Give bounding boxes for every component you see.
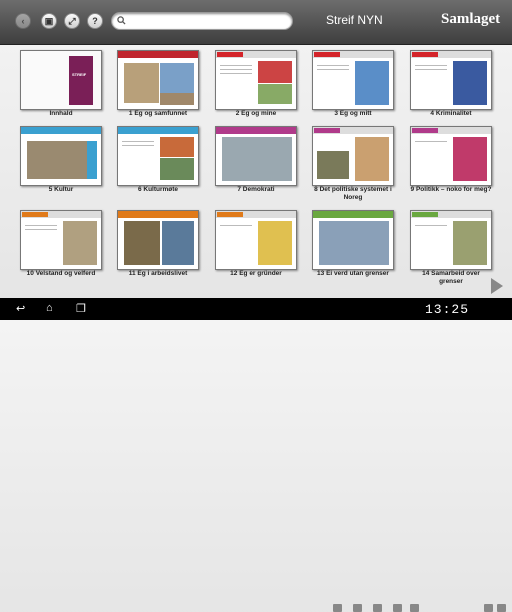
next-page-arrow-icon[interactable] [491,278,503,294]
chapter-label: 11 Eg i arbeidslivet [128,270,188,277]
chapter-thumbnail [312,210,394,270]
notification-icon [393,604,402,612]
chapter-thumbnail [410,50,492,110]
chapter-thumbnail [215,210,297,270]
chapter-label: 8 Det politiske systemet i Noreg [314,186,392,201]
chapter-label: 9 Politikk – noko for meg? [410,186,492,193]
chapter-thumbnail [117,210,199,270]
book-cover: STREIF [69,56,93,105]
chapter-thumbnail: STREIF [20,50,102,110]
help-icon[interactable]: ? [87,13,103,29]
chapter-label: 14 Samarbeid over grenser [422,270,480,285]
chapter-label: 7 Demokrati [237,186,275,193]
chapter-label: 6 Kulturmøte [137,186,179,193]
chapter-label: 10 Velstand og velferd [26,270,96,277]
page-title: Streif NYN [326,13,383,27]
chapter-label: 4 Kriminalitet [430,110,472,117]
back-icon[interactable]: ‹ [15,13,31,29]
wifi-icon [484,604,493,612]
notification-icon [373,604,382,612]
notification-icon [353,604,362,612]
search-input[interactable] [130,14,285,27]
publisher-logo: Samlaget [441,11,501,27]
expand-icon[interactable]: ⤢ [64,13,80,29]
back-nav-icon[interactable]: ↩ [16,302,25,315]
search-icon [117,16,126,25]
chapter-thumbnail [117,50,199,110]
chapter-label: 3 Eg og mitt [334,110,372,117]
chapter-label: 2 Eg og mine [235,110,277,117]
notification-icon [410,604,419,612]
chapter-label: Innhald [49,110,73,117]
recent-apps-icon[interactable]: ❐ [76,302,86,315]
chapter-thumbnail [312,126,394,186]
bookmark-icon[interactable]: ▣ [41,13,57,29]
chapter-thumbnail [312,50,394,110]
chapter-thumbnail [20,126,102,186]
chapter-thumbnail [20,210,102,270]
chapter-thumbnail [410,126,492,186]
status-clock: 13:25 [425,302,470,317]
chapter-label: 13 Ei verd utan grenser [317,270,389,277]
battery-icon [497,604,506,612]
chapter-thumbnail [410,210,492,270]
chapter-label: 12 Eg er gründer [230,270,282,277]
chapter-thumbnail [215,50,297,110]
chapter-label: 5 Kultur [48,186,74,193]
home-nav-icon[interactable]: ⌂ [46,302,53,314]
chapter-thumbnail [215,126,297,186]
top-bar: ‹ ▣ ⤢ ? Streif NYN Samlaget [0,0,512,45]
notification-icon [333,604,342,612]
search-box[interactable] [111,12,293,30]
chapter-thumbnail [117,126,199,186]
chapter-label: 1 Eg og samfunnet [128,110,188,117]
